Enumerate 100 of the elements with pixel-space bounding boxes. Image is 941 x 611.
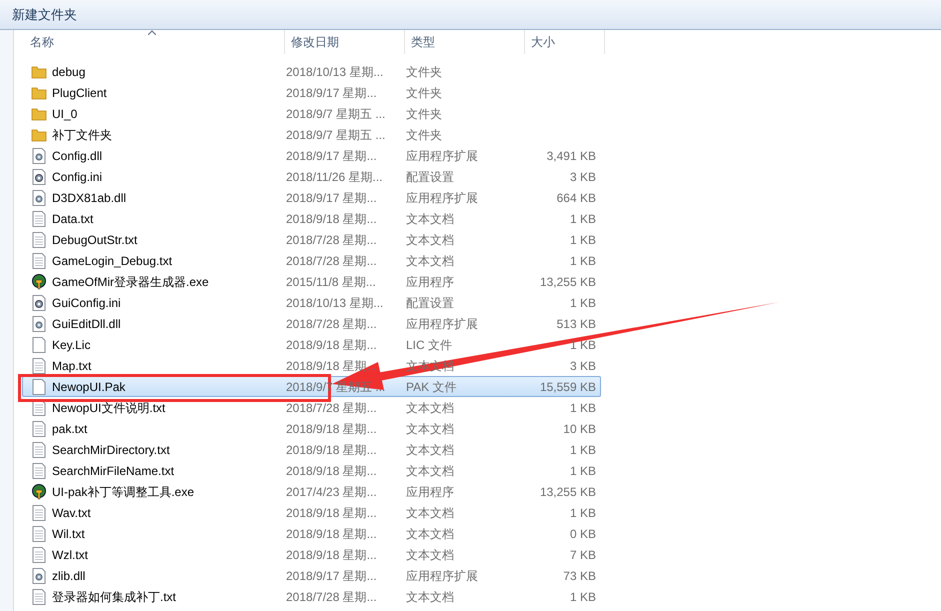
file-row[interactable]: Wav.txt 2018/9/18 星期... 文本文档 1 KB	[22, 502, 601, 523]
file-row[interactable]: pak.txt 2018/9/18 星期... 文本文档 10 KB	[22, 418, 601, 439]
file-type: 文本文档	[406, 526, 454, 540]
file-name: debug	[52, 64, 86, 80]
file-row[interactable]: 登录器如何集成补丁.txt 2018/7/28 星期... 文本文档 1 KB	[22, 586, 601, 607]
folder-icon	[31, 86, 47, 100]
folder-icon	[31, 128, 47, 142]
file-size: 1 KB	[570, 254, 596, 268]
modified-date: 2018/9/18 星期...	[286, 338, 377, 352]
modified-date: 2018/7/28 星期...	[286, 316, 377, 330]
text-file-icon	[32, 420, 46, 436]
file-row[interactable]: PlugClient 2018/9/17 星期... 文件夹	[22, 82, 601, 103]
text-file-icon	[32, 588, 46, 604]
file-name: UI_0	[52, 106, 78, 122]
modified-date: 2018/9/7 星期五 ...	[286, 128, 386, 142]
folder-icon	[31, 106, 47, 120]
file-size: 0 KB	[570, 526, 596, 540]
file-row[interactable]: D3DX81ab.dll 2018/9/17 星期... 应用程序扩展 664 KB	[22, 187, 601, 208]
file-type: 文本文档	[406, 400, 454, 414]
file-name: SearchMirFileName.txt	[52, 462, 174, 480]
modified-date: 2018/9/18 星期...	[286, 358, 377, 372]
file-type: 文本文档	[406, 590, 454, 604]
modified-date: 2018/9/18 星期...	[286, 464, 377, 478]
text-file-icon	[32, 526, 46, 542]
file-row[interactable]: debug 2018/10/13 星期... 文件夹	[22, 61, 601, 82]
file-row[interactable]: Data.txt 2018/9/18 星期... 文本文档 1 KB	[22, 208, 601, 229]
app-icon	[31, 274, 47, 290]
file-type: 文件夹	[406, 128, 442, 142]
file-type: 文件夹	[406, 86, 442, 100]
modified-date: 2017/4/23 星期...	[286, 484, 377, 498]
column-header[interactable]: 大小	[525, 30, 605, 54]
modified-date: 2018/9/17 星期...	[286, 190, 377, 204]
text-file-icon	[32, 252, 46, 268]
column-header[interactable]: 类型	[405, 30, 525, 54]
file-icon	[32, 378, 46, 394]
file-type: 文本文档	[406, 464, 454, 478]
file-row[interactable]: GameLogin_Debug.txt 2018/7/28 星期... 文本文档 1 KB	[22, 250, 601, 271]
file-row[interactable]: SearchMirFileName.txt 2018/9/18 星期... 文本文档 1 KB	[22, 460, 601, 481]
file-row[interactable]: GuiConfig.ini 2018/10/13 星期... 配置设置 1 KB	[22, 292, 601, 313]
file-name: 登录器如何集成补丁.txt	[52, 588, 176, 606]
gear-file-icon	[32, 148, 46, 164]
file-row[interactable]: NewopUI文件说明.txt 2018/7/28 星期... 文本文档 1 KB	[22, 397, 601, 418]
file-row[interactable]: UI_0 2018/9/7 星期五 ... 文件夹	[22, 103, 601, 124]
file-row[interactable]: UI-pak补丁等调整工具.exe 2017/4/23 星期... 应用程序 13,255 KB	[22, 481, 601, 502]
file-row[interactable]: Wzl.txt 2018/9/18 星期... 文本文档 7 KB	[22, 544, 601, 565]
file-name: Config.dll	[52, 148, 102, 164]
file-row[interactable]: GuiEditDll.dll 2018/7/28 星期... 应用程序扩展 513 KB	[22, 313, 601, 334]
file-type: 应用程序	[406, 274, 454, 288]
file-row[interactable]: 补丁文件夹 2018/9/7 星期五 ... 文件夹	[22, 124, 601, 145]
file-size: 1 KB	[570, 464, 596, 478]
file-type: 应用程序扩展	[406, 568, 478, 582]
modified-date: 2018/7/28 星期...	[286, 254, 377, 268]
gear-file-icon	[32, 568, 46, 584]
file-size: 3 KB	[570, 170, 596, 184]
gear-file-icon	[32, 190, 46, 206]
file-name: GameOfMir登录器生成器.exe	[52, 274, 209, 290]
file-name: Map.txt	[52, 358, 92, 374]
file-name: Wav.txt	[52, 504, 91, 522]
settings-file-icon	[32, 168, 46, 184]
file-type: 文件夹	[406, 106, 442, 120]
file-row[interactable]: GameOfMir登录器生成器.exe 2015/11/8 星期... 应用程序 13,255 KB	[22, 271, 601, 292]
file-type: LIC 文件	[406, 338, 452, 352]
file-icon	[32, 336, 46, 352]
column-header[interactable]: 修改日期	[285, 30, 405, 54]
modified-date: 2018/10/13 星期...	[286, 64, 384, 78]
file-size: 664 KB	[556, 190, 596, 204]
file-size: 7 KB	[570, 548, 596, 562]
file-type: 应用程序扩展	[406, 148, 478, 162]
file-size: 3 KB	[570, 358, 596, 372]
column-header[interactable]: 名称	[14, 30, 285, 54]
file-size: 1 KB	[570, 400, 596, 414]
file-name: DebugOutStr.txt	[52, 232, 138, 248]
file-row[interactable]: Config.ini 2018/11/26 星期... 配置设置 3 KB	[22, 166, 601, 187]
file-size: 1 KB	[570, 232, 596, 246]
file-row[interactable]: Config.dll 2018/9/17 星期... 应用程序扩展 3,491 KB	[22, 145, 601, 166]
file-size: 73 KB	[563, 568, 596, 582]
file-row[interactable]: DebugOutStr.txt 2018/7/28 星期... 文本文档 1 KB	[22, 229, 601, 250]
text-file-icon	[32, 462, 46, 478]
text-file-icon	[32, 442, 46, 458]
file-size: 15,559 KB	[540, 380, 596, 394]
file-name: Wil.txt	[52, 526, 85, 542]
file-row[interactable]: zlib.dll 2018/9/17 星期... 应用程序扩展 73 KB	[22, 565, 601, 586]
file-type: 文本文档	[406, 442, 454, 456]
modified-date: 2018/7/28 星期...	[286, 400, 377, 414]
modified-date: 2018/9/18 星期...	[286, 442, 377, 456]
settings-file-icon	[32, 294, 46, 310]
text-file-icon	[32, 232, 46, 248]
file-size: 1 KB	[570, 506, 596, 520]
modified-date: 2018/9/17 星期...	[286, 148, 377, 162]
file-size: 10 KB	[563, 422, 596, 436]
file-row[interactable]: Wil.txt 2018/9/18 星期... 文本文档 0 KB	[22, 523, 601, 544]
file-type: 配置设置	[406, 296, 454, 310]
file-type: 文本文档	[406, 254, 454, 268]
file-type: 配置设置	[406, 170, 454, 184]
file-row[interactable]: SearchMirDirectory.txt 2018/9/18 星期... 文本文档 1 KB	[22, 439, 601, 460]
modified-date: 2018/7/28 星期...	[286, 590, 377, 604]
modified-date: 2018/9/17 星期...	[286, 568, 377, 582]
modified-date: 2018/9/18 星期...	[286, 526, 377, 540]
text-file-icon	[32, 210, 46, 226]
file-type: PAK 文件	[406, 380, 456, 394]
